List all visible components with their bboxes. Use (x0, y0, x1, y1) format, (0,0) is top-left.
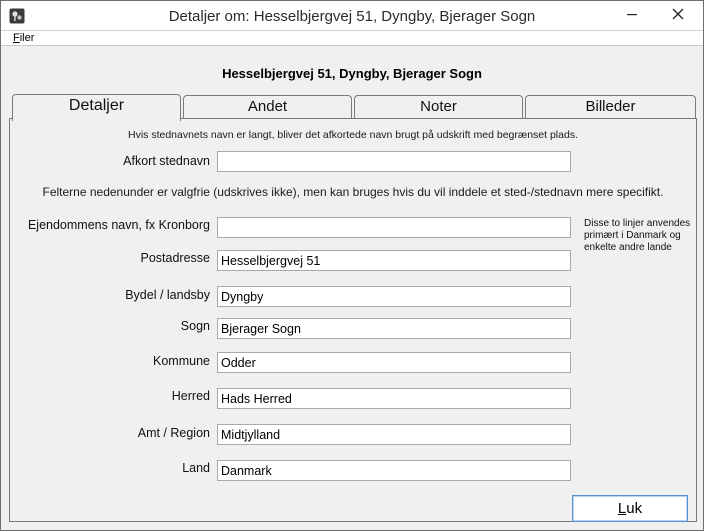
postal-address-input[interactable] (217, 250, 571, 271)
close-window-button[interactable] (655, 1, 701, 30)
county-label: Amt / Region (137, 426, 210, 440)
hundred-input[interactable] (217, 388, 571, 409)
tab-other[interactable]: Andet (183, 95, 352, 119)
district-label: Bydel / landsby (125, 288, 210, 302)
minimize-icon (626, 8, 638, 23)
tab-notes[interactable]: Noter (354, 95, 523, 119)
close-button[interactable]: Luk (572, 495, 688, 522)
menu-bar: Filer (1, 31, 703, 46)
optional-fields-hint: Felterne nedenunder er valgfrie (udskriv… (42, 185, 664, 199)
details-window: Detaljer om: Hesselbjergvej 51, Dyngby, … (0, 0, 704, 531)
short-name-label: Afkort stednavn (123, 154, 210, 168)
parish-label: Sogn (180, 319, 210, 333)
postal-address-label: Postadresse (140, 251, 210, 265)
municipality-input[interactable] (217, 352, 571, 373)
hundred-label: Herred (171, 389, 210, 403)
side-note: Disse to linjer anvendes primært i Danma… (584, 218, 691, 253)
country-label: Land (182, 461, 210, 475)
minimize-button[interactable] (609, 1, 655, 30)
window-title: Detaljer om: Hesselbjergvej 51, Dyngby, … (168, 8, 536, 25)
property-name-input[interactable] (217, 217, 571, 238)
short-name-hint: Hvis stednavnets navn er langt, bliver d… (127, 129, 578, 141)
municipality-label: Kommune (153, 354, 210, 368)
property-name-label: Ejendommens navn, fx Kronborg (27, 218, 210, 232)
menu-file[interactable]: Filer (13, 31, 34, 45)
details-panel: Hvis stednavnets navn er langt, bliver d… (9, 118, 697, 522)
title-bar[interactable]: Detaljer om: Hesselbjergvej 51, Dyngby, … (1, 1, 703, 31)
close-icon (672, 8, 684, 23)
parish-input[interactable] (217, 318, 571, 339)
tab-details[interactable]: Detaljer (12, 94, 181, 121)
short-name-input[interactable] (217, 151, 571, 172)
county-input[interactable] (217, 424, 571, 445)
place-heading: Hesselbjergvej 51, Dyngby, Bjerager Sogn (222, 66, 482, 81)
country-input[interactable] (217, 460, 571, 481)
tab-images[interactable]: Billeder (525, 95, 696, 119)
district-input[interactable] (217, 286, 571, 307)
